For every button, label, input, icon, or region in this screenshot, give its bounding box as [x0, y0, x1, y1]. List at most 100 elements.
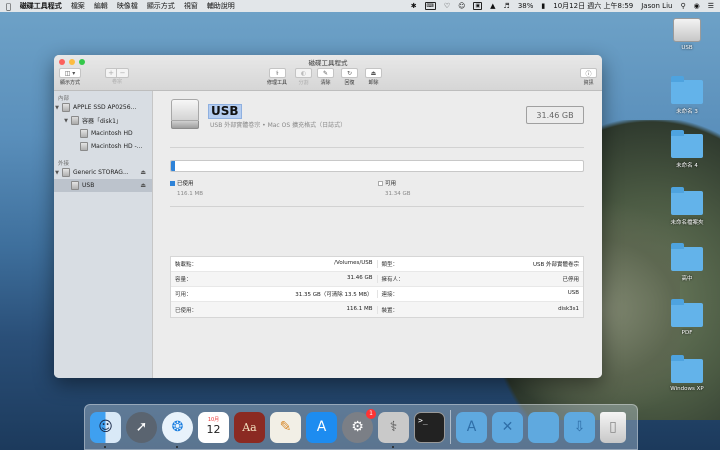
sidebar-item-label: APPLE SSD AP0256... [73, 104, 137, 111]
clock[interactable]: 10月12日 週六 上午8:59 [553, 1, 633, 11]
dock-documents-folder[interactable] [528, 411, 559, 443]
dock-safari[interactable]: ❂ [162, 411, 193, 448]
eject-icon[interactable]: ⏏ [140, 182, 146, 189]
sidebar-item-usb[interactable]: USB ⏏ [54, 179, 152, 192]
disk-utility-window: 磁碟工具程式 ◫ ▾ 顯示方式 + − 卷宗 ⚕ 修理工具 ◐ 分割 ✎ 清除 … [54, 55, 602, 378]
spotlight-icon[interactable]: ⚲ [680, 2, 685, 10]
disk-icon [62, 168, 70, 177]
siri-icon[interactable]: ◉ [694, 2, 700, 10]
divider [170, 206, 584, 207]
info-key: 擁有人： [381, 277, 404, 283]
battery-icon[interactable]: ▮ [541, 2, 545, 10]
dock-pages[interactable]: ✎ [270, 411, 301, 443]
desktop-item-folder[interactable]: PDF [657, 299, 717, 336]
info-value: 31.46 GB [346, 275, 373, 281]
dock-utilities-folder[interactable]: ✕ [492, 411, 523, 443]
menu-image[interactable]: 映像檔 [117, 1, 138, 11]
stethoscope-icon: ⚕ [268, 68, 286, 78]
desktop-item-folder[interactable]: 未命名檔案夾 [657, 187, 717, 226]
stethoscope-icon: ⚕ [389, 419, 398, 435]
volume-icon [80, 142, 88, 151]
menu-help[interactable]: 輔助說明 [207, 1, 235, 11]
dock-calendar[interactable]: 10月 12 [198, 411, 229, 443]
info-icon: ⓘ [580, 68, 597, 78]
dock-app-store[interactable]: A [306, 411, 337, 443]
menu-app-name[interactable]: 磁碟工具程式 [20, 1, 62, 11]
keyboard-input-icon[interactable]: ⌨ [424, 2, 436, 10]
table-row: 已使用： 116.1 MB 裝置： disk3s1 [171, 302, 583, 317]
dock-finder[interactable]: ☺ [90, 411, 121, 448]
desktop-item-folder[interactable]: 高中 [657, 243, 717, 282]
battery-percent[interactable]: 38% [518, 2, 534, 10]
display-icon[interactable]: ▣ [473, 2, 483, 10]
notification-icon[interactable]: ♡ [444, 2, 450, 10]
sidebar-item-apple-ssd[interactable]: ▼ APPLE SSD AP0256... [54, 101, 152, 114]
table-row: 容量： 31.46 GB 擁有人： 已停用 [171, 272, 583, 287]
dock-trash[interactable]: ▯ [600, 411, 626, 443]
dock-system-preferences[interactable]: ⚙ 1 [342, 408, 376, 443]
title-bar[interactable]: 磁碟工具程式 ◫ ▾ 顯示方式 + − 卷宗 ⚕ 修理工具 ◐ 分割 ✎ 清除 … [54, 55, 602, 91]
sidebar-item-label: Macintosh HD [91, 130, 133, 137]
desktop-item-usb[interactable]: USB [657, 18, 717, 51]
info-value: USB [567, 290, 579, 296]
dock-launchpad[interactable]: ➚ [126, 411, 157, 443]
menu-window[interactable]: 視窗 [184, 1, 198, 11]
applications-folder-icon: A [466, 419, 477, 435]
bluetooth-icon[interactable]: ✱ [411, 2, 417, 10]
first-aid-button[interactable]: ⚕ 修理工具 [267, 68, 287, 86]
partition-button[interactable]: ◐ 分割 [295, 68, 312, 86]
eject-icon: ⏏ [365, 68, 382, 78]
disclosure-triangle-icon[interactable]: ▼ [54, 170, 60, 176]
dock-terminal[interactable]: >_ [414, 411, 445, 443]
info-key: 容量： [175, 277, 192, 283]
dock-applications-folder[interactable]: A [456, 411, 487, 443]
sidebar-item-container[interactable]: ▼ 容器「disk1」 [54, 114, 152, 127]
sidebar-item-macintosh-hd-data[interactable]: Macintosh HD -... [54, 140, 152, 153]
airplay-icon[interactable]: ▲ [490, 2, 495, 10]
control-menu-icon[interactable]: ☰ [708, 2, 714, 10]
wifi-icon[interactable]: ☺ [458, 2, 465, 10]
disclosure-triangle-icon[interactable]: ▼ [54, 105, 60, 111]
calendar-month: 10月 [207, 417, 220, 423]
desktop-item-label: Windows XP [670, 386, 704, 392]
apple-menu-icon[interactable]:  [6, 2, 11, 11]
folder-icon [671, 187, 703, 215]
partition-icon: ◐ [295, 68, 312, 78]
desktop-item-folder[interactable]: 未命名 4 [657, 130, 717, 169]
sidebar-item-generic-storage[interactable]: ▼ Generic STORAG... ⏏ [54, 166, 152, 179]
legend-free: 可用 31.34 GB [378, 179, 411, 197]
info-key: 裝置： [381, 307, 399, 314]
menu-view[interactable]: 顯示方式 [147, 1, 175, 11]
dock-disk-utility[interactable]: ⚕ [378, 411, 409, 448]
disclosure-triangle-icon[interactable]: ▼ [63, 118, 69, 124]
volume-name[interactable]: USB [208, 104, 242, 119]
desktop-item-label: 未命名 3 [676, 109, 698, 115]
dock-dictionary[interactable]: Aa [234, 411, 265, 443]
volume-subtitle: USB 外部實體卷宗 • Mac OS 擴充格式（日誌式） [210, 122, 347, 129]
menu-file[interactable]: 檔案 [71, 1, 85, 11]
info-value: /Volumes/USB [334, 260, 373, 266]
user-name[interactable]: Jason Liu [641, 2, 672, 10]
desktop-item-folder[interactable]: 未命名 3 [657, 76, 717, 115]
folder-icon [671, 130, 703, 158]
remove-volume-button[interactable]: − [117, 68, 129, 78]
unmount-button[interactable]: ⏏ 卸除 [365, 68, 382, 86]
pages-icon: ✎ [279, 419, 292, 435]
erase-label: 清除 [320, 80, 331, 86]
menu-edit[interactable]: 編輯 [94, 1, 108, 11]
sidebar-header-internal: 內部 [58, 96, 70, 102]
volume-add-remove: + − 卷宗 [105, 68, 129, 85]
info-value: 31.35 GB（可清除 13.5 MB） [295, 292, 373, 298]
sidebar-item-macintosh-hd[interactable]: Macintosh HD [54, 127, 152, 140]
erase-button[interactable]: ✎ 清除 [317, 68, 334, 86]
add-volume-button[interactable]: + [105, 68, 117, 78]
dock-downloads-folder[interactable]: ⇩ [564, 411, 595, 443]
info-button[interactable]: ⓘ 資訊 [580, 68, 597, 86]
external-drive-icon [171, 99, 201, 131]
desktop-item-folder[interactable]: Windows XP [657, 355, 717, 392]
volume-icon[interactable]: ♬ [504, 2, 510, 10]
view-button[interactable]: ◫ ▾ 顯示方式 [59, 68, 81, 86]
restore-button[interactable]: ↻ 回復 [341, 68, 358, 86]
eject-icon[interactable]: ⏏ [140, 169, 146, 176]
sidebar-item-label: USB [82, 182, 95, 189]
